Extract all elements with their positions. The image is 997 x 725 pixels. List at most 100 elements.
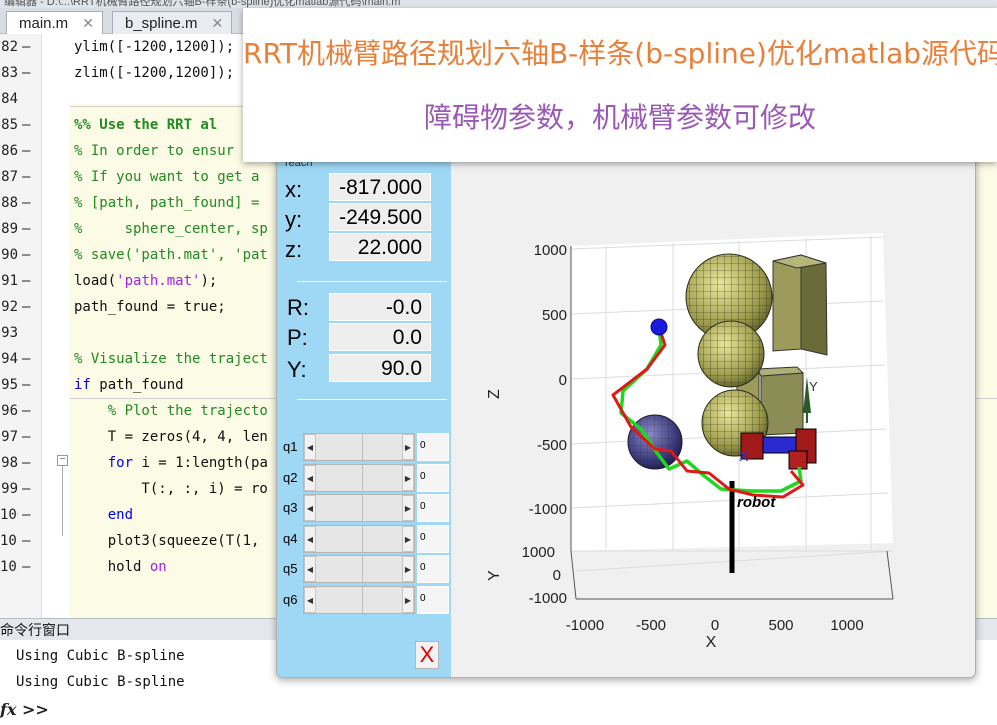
slider-right-arrow-icon[interactable]: ▶ [402,525,414,552]
line-number: 91 [1,273,18,289]
joint-value-q5[interactable]: 0 [417,555,449,583]
joint-slider-q4[interactable]: ◀ ▶ [303,524,415,553]
slider-left-arrow-icon[interactable]: ◀ [304,464,316,491]
line-number: 83 [1,65,18,81]
x-tick: 500 [768,617,793,634]
slider-left-arrow-icon[interactable]: ◀ [304,525,316,552]
line-number: 89 [1,221,18,237]
slider-right-arrow-icon[interactable]: ▶ [402,586,414,613]
pitch-field[interactable]: 0.0 [329,323,431,351]
breakpoint-marker[interactable]: — [22,372,30,398]
slider-thumb[interactable] [362,464,363,491]
code-text: end [107,507,134,523]
slider-left-arrow-icon[interactable]: ◀ [304,586,316,613]
slider-left-arrow-icon[interactable]: ◀ [304,495,316,521]
command-prompt[interactable]: fx >> [0,700,49,719]
joint-value-q6[interactable]: 0 [417,585,449,614]
frame-x-label: X [739,448,749,464]
tab-main-m[interactable]: main.m ✕ [6,11,103,34]
control-panel: reach x: -817.000 y: -249.500 z: 22.000 … [277,151,451,677]
code-text: for i = 1:length(pa [107,455,268,471]
y-tick: 1000 [522,544,555,561]
slider-right-arrow-icon[interactable]: ▶ [402,434,414,460]
joint-value-q2[interactable]: 0 [417,463,449,492]
line-number: 87 [1,169,18,185]
window-title-bar: 编辑器 - D:\...\RRT机械臂路径规划六轴B-样条(b-spline)优… [0,0,997,8]
line-number: 86 [1,143,18,159]
joint-slider-q2[interactable]: ◀ ▶ [303,463,415,492]
breakpoint-marker[interactable]: — [22,346,30,372]
joint-value-q1[interactable]: 0 [417,433,449,461]
slider-left-arrow-icon[interactable]: ◀ [304,434,316,460]
slider-thumb[interactable] [362,525,363,552]
tab-b-spline-m[interactable]: b_spline.m ✕ [112,11,233,34]
slider-thumb[interactable] [362,434,363,460]
breakpoint-marker[interactable]: — [22,138,30,164]
slider-right-arrow-icon[interactable]: ▶ [402,464,414,491]
position-y-field[interactable]: -249.500 [329,203,431,231]
code-text: T(:, :, i) = ro [74,481,268,497]
position-z-field[interactable]: 22.000 [329,233,431,261]
slider-right-arrow-icon[interactable]: ▶ [402,495,414,521]
slider-left-arrow-icon[interactable]: ◀ [304,556,316,582]
x-axis-label: X [706,634,717,651]
code-text: %% Use the RRT al [74,117,218,133]
slider-thumb[interactable] [362,495,363,521]
breakpoint-marker[interactable]: — [22,242,30,268]
breakpoint-marker[interactable]: — [22,112,30,138]
y-tick-labels: 1000 0 -1000 [522,544,567,607]
banner-title: RRT机械臂路径规划六轴B-样条(b-spline)优化matlab源代码 [243,37,997,70]
close-icon[interactable]: ✕ [212,15,224,31]
breakpoint-marker[interactable]: — [22,554,30,580]
slider-thumb[interactable] [362,556,363,582]
banner-subtitle: 障碍物参数，机械臂参数可修改 [423,101,816,134]
breakpoint-marker[interactable]: — [22,476,30,502]
line-number: 97 [1,429,18,445]
breakpoint-marker[interactable]: — [22,294,30,320]
code-text: % If you want to get a [74,169,260,185]
yaw-field[interactable]: 90.0 [329,354,431,382]
close-button[interactable]: X [415,641,439,669]
position-y-label: y: [285,207,303,232]
code-text: % sphere_center, sp [74,221,268,237]
close-icon[interactable]: ✕ [82,15,94,31]
joint-slider-q3[interactable]: ◀ ▶ [303,494,415,522]
title-banner: RRT机械臂路径规划六轴B-样条(b-spline)优化matlab源代码 障碍… [243,8,997,162]
position-x-field[interactable]: -817.000 [329,173,431,201]
slider-right-arrow-icon[interactable]: ▶ [402,556,414,582]
command-window-title: 命令行窗口 [0,622,70,638]
z-axis-label: Z [486,389,503,399]
z-tick: 1000 [534,242,567,259]
roll-label: R: [287,295,309,320]
line-number: 92 [1,299,18,315]
code-text: ylim([-1200,1200]); [74,39,235,55]
breakpoint-marker[interactable]: — [22,528,30,554]
breakpoint-marker[interactable]: — [22,502,30,528]
joint-value-q3[interactable]: 0 [417,494,449,522]
breakpoint-marker[interactable]: — [22,34,30,60]
joint-slider-q5[interactable]: ◀ ▶ [303,555,415,583]
breakpoint-marker[interactable]: — [22,450,30,476]
tab-label: main.m [19,15,69,32]
roll-field[interactable]: -0.0 [329,293,431,321]
joint-slider-q6[interactable]: ◀ ▶ [303,585,415,614]
joint-slider-q1[interactable]: ◀ ▶ [303,433,415,461]
joint-label-q1: q1 [283,439,298,454]
z-tick-labels: 1000 500 0 -500 -1000 [529,242,567,518]
line-number: 102 [0,559,18,575]
breakpoint-marker[interactable]: — [22,424,30,450]
breakpoint-marker[interactable]: — [22,398,30,424]
x-tick-labels: -1000 -500 0 500 1000 [566,617,864,634]
line-number: 98 [1,455,18,471]
breakpoint-marker[interactable]: — [22,190,30,216]
position-x-label: x: [285,177,303,202]
joint-value-q4[interactable]: 0 [417,524,449,553]
robot-3d-plot[interactable]: X Y robot 1000 500 0 -500 -1000 Z 1000 0… [451,151,976,678]
breakpoint-marker[interactable]: — [22,164,30,190]
joint-label-q6: q6 [283,591,298,607]
command-output-line: Using Cubic B-spline [16,648,185,664]
breakpoint-marker[interactable]: — [22,60,30,86]
breakpoint-marker[interactable]: — [22,216,30,242]
slider-thumb[interactable] [362,586,363,613]
breakpoint-marker[interactable]: — [22,268,30,294]
